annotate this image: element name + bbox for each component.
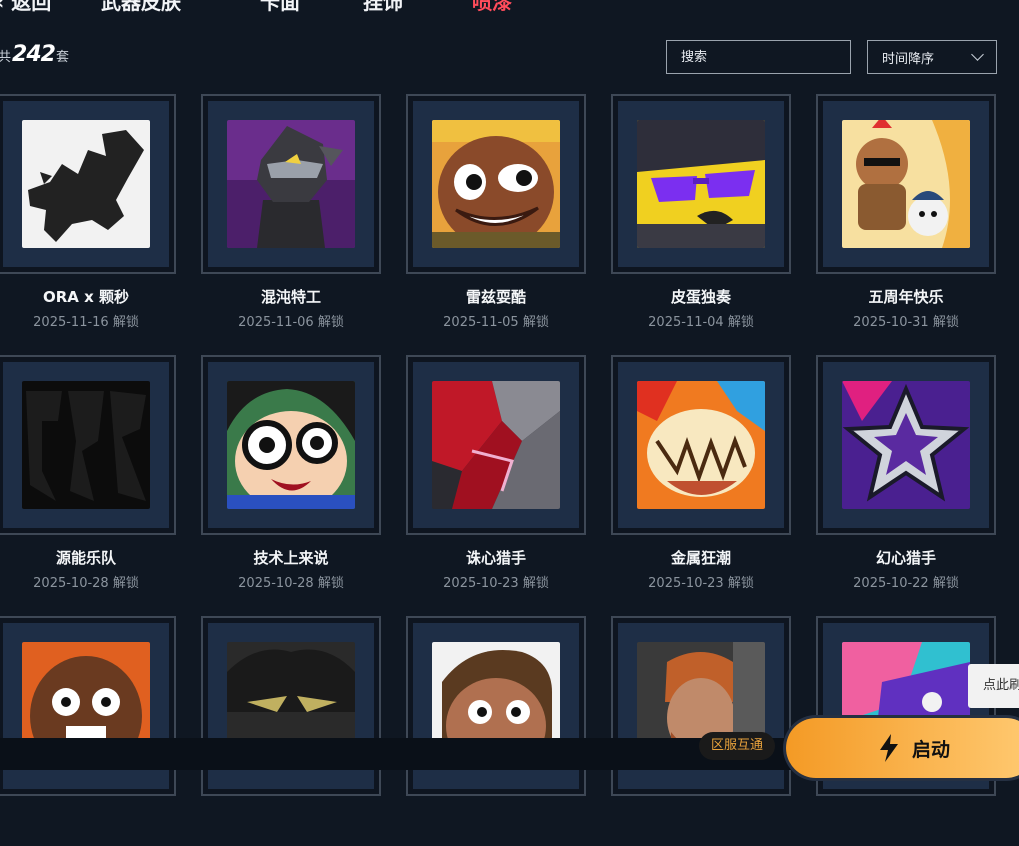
- spray-name: 皮蛋独奏: [670, 288, 731, 306]
- count-number: 242: [12, 42, 56, 67]
- spray-unlock-date: 2025-10-31 解锁: [853, 315, 959, 330]
- spray-unlock-date: 2025-11-05 解锁: [443, 315, 549, 330]
- chevron-down-icon: [971, 48, 984, 61]
- spray-art-agent: [227, 120, 355, 248]
- spray-card[interactable]: 幻心猎手 2025-10-22 解锁: [816, 355, 996, 591]
- spray-art-glasses-girl: [227, 381, 355, 509]
- spray-card[interactable]: 五周年快乐 2025-10-31 解锁: [816, 94, 996, 330]
- spray-art-sunglasses: [637, 120, 765, 248]
- search-input[interactable]: [666, 40, 851, 74]
- spray-name: 五周年快乐: [868, 288, 944, 306]
- spray-unlock-date: 2025-11-06 解锁: [238, 315, 344, 330]
- spray-name: 混沌特工: [260, 288, 321, 306]
- spray-unlock-date: 2025-11-04 解锁: [648, 315, 754, 330]
- launch-label: 启动: [912, 738, 951, 761]
- spray-card[interactable]: 金属狂潮 2025-10-23 解锁: [611, 355, 791, 591]
- spray-art-rhino: [22, 120, 150, 248]
- top-nav: ‹ 返回 武器皮肤 卡面 挂饰 喷漆: [0, 0, 1019, 16]
- tab-weapon-skins[interactable]: 武器皮肤: [101, 0, 181, 15]
- spray-name: 源能乐队: [55, 549, 116, 567]
- spray-card[interactable]: 混沌特工 2025-11-06 解锁: [201, 94, 381, 330]
- sort-selected: 时间降序: [882, 51, 935, 67]
- spray-card[interactable]: 源能乐队 2025-10-28 解锁: [0, 355, 176, 591]
- server-interop-badge[interactable]: 区服互通: [699, 732, 775, 760]
- chevron-left-icon: ‹: [0, 0, 11, 14]
- spray-unlock-date: 2025-11-16 解锁: [33, 315, 139, 330]
- spray-card[interactable]: 皮蛋独奏 2025-11-04 解锁: [611, 94, 791, 330]
- spray-unlock-date: 2025-10-23 解锁: [443, 576, 549, 591]
- spray-card[interactable]: 雷兹耍酷 2025-11-05 解锁: [406, 94, 586, 330]
- spray-name: 金属狂潮: [670, 549, 731, 567]
- launch-button[interactable]: 启动: [786, 718, 1019, 778]
- spray-art-band-logo: [22, 381, 150, 509]
- spray-unlock-date: 2025-10-23 解锁: [648, 576, 754, 591]
- spray-card[interactable]: 技术上来说 2025-10-28 解锁: [201, 355, 381, 591]
- spray-card[interactable]: [611, 616, 791, 846]
- spray-name: 幻心猎手: [875, 549, 936, 567]
- spray-art-anniversary: [842, 120, 970, 248]
- spray-name: ORA x 颗秒: [42, 288, 130, 306]
- spray-art-raze: [432, 120, 560, 248]
- spray-name: 技术上来说: [253, 549, 329, 567]
- spray-card[interactable]: ORA x 颗秒 2025-11-16 解锁: [0, 94, 176, 330]
- spray-art-beast-teeth: [637, 381, 765, 509]
- tab-cards[interactable]: 卡面: [260, 0, 300, 15]
- spray-unlock-date: 2025-10-28 解锁: [33, 576, 139, 591]
- spray-art-star: [842, 381, 970, 509]
- total-count: 共242套: [0, 42, 69, 67]
- lightning-icon: [880, 734, 898, 762]
- tab-sprays[interactable]: 喷漆: [472, 0, 512, 15]
- spray-card[interactable]: [0, 616, 176, 846]
- spray-card[interactable]: [406, 616, 586, 846]
- spray-card[interactable]: 诛心猎手 2025-10-23 解锁: [406, 355, 586, 591]
- sort-dropdown[interactable]: 时间降序: [867, 40, 997, 74]
- spray-name: 诛心猎手: [465, 549, 526, 567]
- back-button[interactable]: ‹ 返回: [0, 0, 51, 15]
- spray-art-red-blade: [432, 381, 560, 509]
- spray-name: 雷兹耍酷: [465, 288, 526, 306]
- tab-charms[interactable]: 挂饰: [363, 0, 403, 15]
- spray-unlock-date: 2025-10-22 解锁: [853, 576, 959, 591]
- spray-card[interactable]: [201, 616, 381, 846]
- spray-unlock-date: 2025-10-28 解锁: [238, 576, 344, 591]
- refresh-tooltip[interactable]: 点此刷: [968, 664, 1019, 708]
